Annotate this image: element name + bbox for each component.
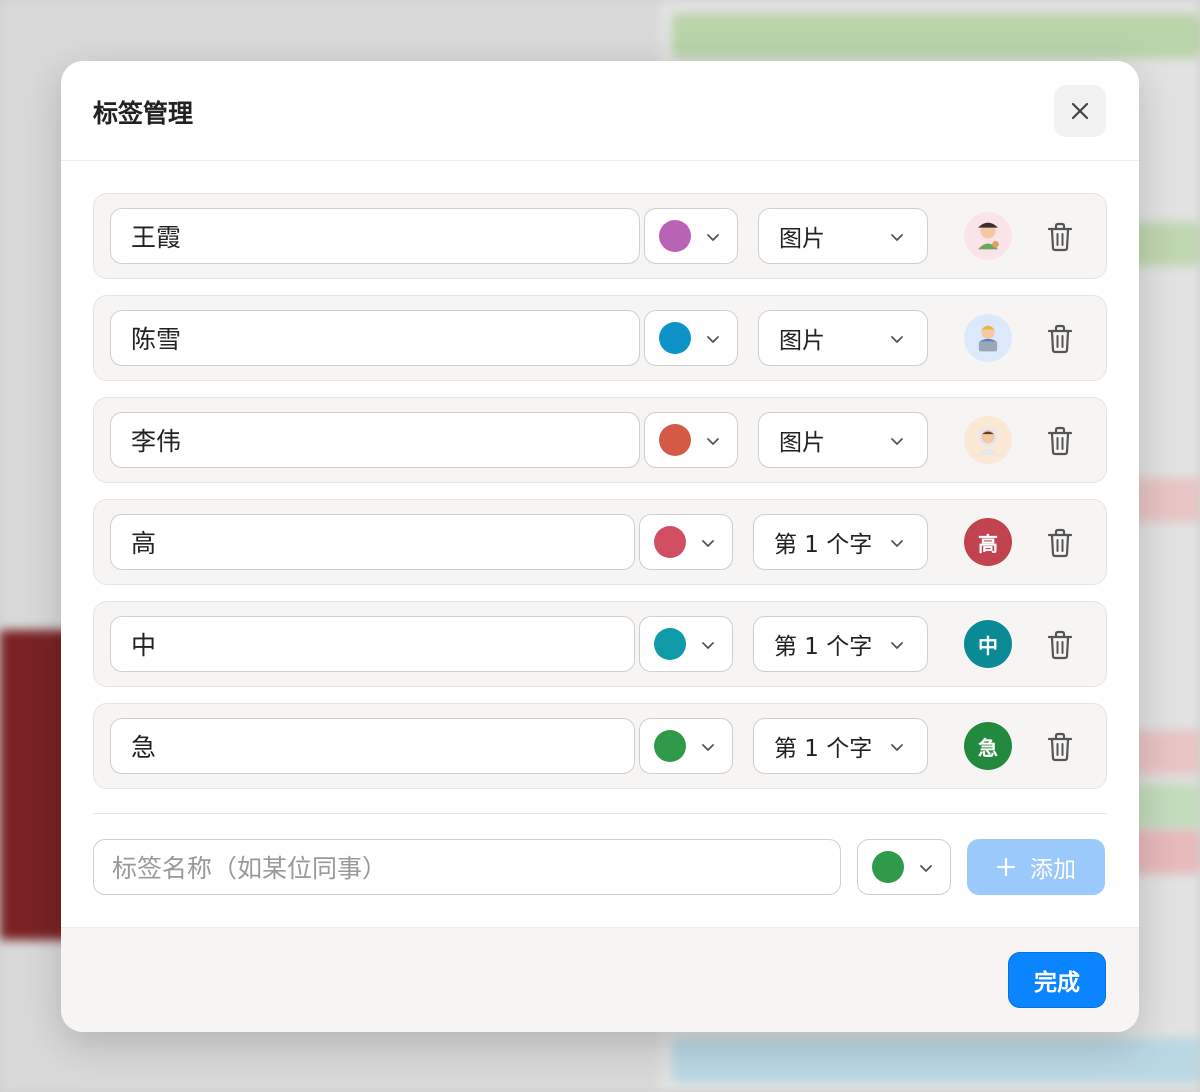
- chevron-down-icon: [891, 744, 903, 751]
- tag-row: 急 第 1 个字 急: [93, 703, 1107, 789]
- tag-avatar: 高: [964, 518, 1012, 566]
- add-tag-row: 标签名称（如某位同事） 添加: [93, 839, 1105, 895]
- add-tag-label: 添加: [1030, 857, 1076, 883]
- new-tag-name-input[interactable]: 标签名称（如某位同事）: [93, 839, 841, 895]
- tag-color-swatch: [654, 526, 686, 558]
- tag-color-swatch: [659, 220, 691, 252]
- dialog-footer: 完成: [61, 927, 1139, 1032]
- tag-avatar: [964, 212, 1012, 260]
- tag-color-select[interactable]: [644, 208, 738, 264]
- new-tag-color-swatch: [872, 851, 904, 883]
- tag-name-value: 王霞: [131, 223, 182, 252]
- tag-display-mode-value: 第 1 个字: [774, 532, 873, 558]
- delete-tag-button[interactable]: [1044, 628, 1076, 662]
- tag-name-value: 中: [131, 631, 157, 660]
- delete-tag-button[interactable]: [1044, 730, 1076, 764]
- chevron-down-icon: [891, 642, 903, 649]
- tag-name-value: 陈雪: [131, 325, 182, 354]
- delete-tag-button[interactable]: [1044, 424, 1076, 458]
- chevron-down-icon: [891, 234, 903, 241]
- tag-color-select[interactable]: [639, 616, 733, 672]
- avatar-text: 中: [978, 633, 998, 658]
- trash-icon: [1047, 324, 1073, 354]
- delete-tag-button[interactable]: [1044, 322, 1076, 356]
- tag-name-input[interactable]: 高: [110, 514, 635, 570]
- tag-color-select[interactable]: [639, 718, 733, 774]
- chevron-down-icon: [891, 540, 903, 547]
- chevron-down-icon: [702, 744, 714, 751]
- artist-emoji: [978, 222, 999, 250]
- trash-icon: [1047, 528, 1073, 558]
- tag-display-mode-select[interactable]: 图片: [758, 412, 928, 468]
- tag-display-mode-select[interactable]: 图片: [758, 310, 928, 366]
- trash-icon: [1047, 630, 1073, 660]
- tag-row: 陈雪 图片: [93, 295, 1107, 381]
- tag-color-swatch: [654, 730, 686, 762]
- done-button[interactable]: 完成: [1008, 952, 1106, 1008]
- tag-name-input[interactable]: 陈雪: [110, 310, 640, 366]
- tag-manager-dialog: 标签管理 王霞 图片 陈雪 图片 李伟 图片高第 1 个字高中第 1 个字中急第 1 个字…: [61, 61, 1139, 1032]
- tag-row: 中 第 1 个字 中: [93, 601, 1107, 687]
- new-tag-placeholder: 标签名称（如某位同事）: [112, 854, 388, 883]
- add-tag-button[interactable]: 添加: [967, 839, 1105, 895]
- tag-display-mode-value: 第 1 个字: [774, 634, 873, 660]
- trash-icon: [1047, 222, 1073, 252]
- chevron-down-icon: [920, 865, 932, 872]
- tag-name-input[interactable]: 王霞: [110, 208, 640, 264]
- delete-tag-button[interactable]: [1044, 526, 1076, 560]
- chevron-down-icon: [707, 234, 719, 241]
- dialog-header: 标签管理: [61, 61, 1139, 161]
- tag-row: 高 第 1 个字 高: [93, 499, 1107, 585]
- new-tag-color-select[interactable]: [857, 839, 951, 895]
- tag-color-select[interactable]: [644, 412, 738, 468]
- tag-name-value: 急: [131, 733, 157, 762]
- tag-list: 王霞 图片 陈雪 图片 李伟 图片高第 1 个字高中第 1 个字中急第 1 个字急: [61, 161, 1139, 789]
- close-button[interactable]: [1054, 85, 1106, 137]
- trash-icon: [1047, 426, 1073, 456]
- tag-avatar: [964, 416, 1012, 464]
- astronaut-emoji: [978, 426, 998, 455]
- chevron-down-icon: [702, 642, 714, 649]
- divider: [93, 813, 1107, 814]
- tag-display-mode-value: 图片: [779, 226, 825, 252]
- tag-name-input[interactable]: 中: [110, 616, 635, 672]
- trash-icon: [1047, 732, 1073, 762]
- tag-color-select[interactable]: [639, 514, 733, 570]
- tag-display-mode-select[interactable]: 第 1 个字: [753, 616, 928, 672]
- tag-display-mode-value: 第 1 个字: [774, 736, 873, 762]
- tag-display-mode-select[interactable]: 第 1 个字: [753, 718, 928, 774]
- tag-row: 李伟 图片: [93, 397, 1107, 483]
- tag-display-mode-value: 图片: [779, 328, 825, 354]
- tag-name-input[interactable]: 急: [110, 718, 635, 774]
- chevron-down-icon: [707, 438, 719, 445]
- tag-row: 王霞 图片: [93, 193, 1107, 279]
- plus-icon: [996, 857, 1016, 877]
- tag-color-select[interactable]: [644, 310, 738, 366]
- tag-avatar: [964, 314, 1012, 362]
- avatar-text: 高: [978, 531, 998, 556]
- chevron-down-icon: [707, 336, 719, 343]
- delete-tag-button[interactable]: [1044, 220, 1076, 254]
- tag-name-value: 李伟: [131, 427, 182, 456]
- chevron-down-icon: [891, 438, 903, 445]
- tag-avatar: 中: [964, 620, 1012, 668]
- tag-display-mode-select[interactable]: 第 1 个字: [753, 514, 928, 570]
- tag-name-value: 高: [131, 529, 157, 558]
- tag-color-swatch: [659, 424, 691, 456]
- tag-display-mode-select[interactable]: 图片: [758, 208, 928, 264]
- tag-color-swatch: [659, 322, 691, 354]
- tag-display-mode-value: 图片: [779, 430, 825, 456]
- technologist-emoji: [978, 325, 998, 352]
- tag-color-swatch: [654, 628, 686, 660]
- chevron-down-icon: [891, 336, 903, 343]
- avatar-text: 急: [978, 735, 998, 760]
- tag-name-input[interactable]: 李伟: [110, 412, 640, 468]
- chevron-down-icon: [702, 540, 714, 547]
- tag-avatar: 急: [964, 722, 1012, 770]
- dialog-title: 标签管理: [93, 99, 194, 128]
- close-icon: [1071, 102, 1089, 120]
